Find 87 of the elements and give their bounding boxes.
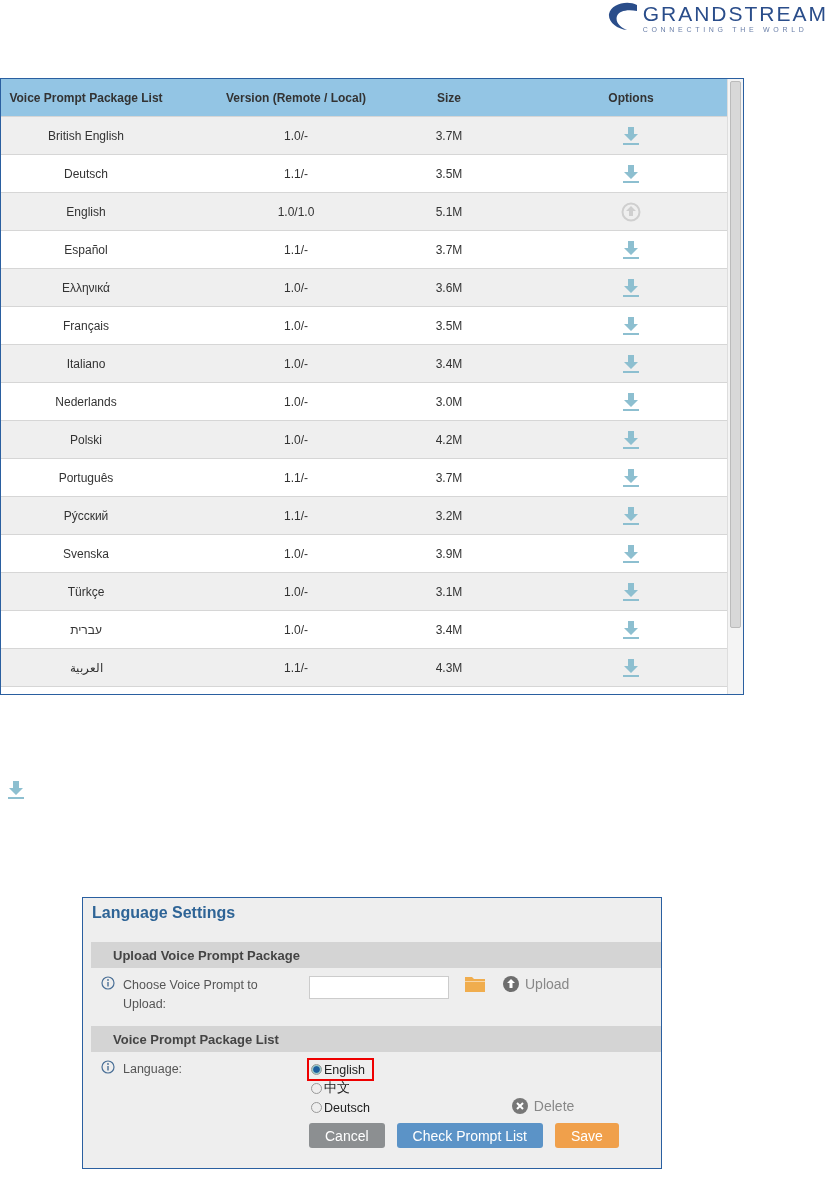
- table-cell-text: עברית: [69, 622, 103, 637]
- download-icon[interactable]: [623, 392, 639, 411]
- language-radio[interactable]: English: [309, 1060, 372, 1079]
- table-cell-text: 1.0/1.0: [276, 204, 316, 219]
- table-cell-text: 3.5M: [434, 318, 464, 333]
- table-cell-text: 3.4M: [434, 356, 464, 371]
- table-cell-text: 3.1M: [434, 584, 464, 599]
- table-cell-text: 1.1/-: [283, 660, 309, 675]
- action-button[interactable]: Save: [554, 1123, 619, 1148]
- table-cell-text: Español: [63, 242, 109, 257]
- table-cell-text: British English: [47, 128, 125, 143]
- action-button[interactable]: Cancel: [309, 1123, 385, 1148]
- table-cell-text: 3.4M: [434, 622, 464, 637]
- download-icon[interactable]: [623, 164, 639, 183]
- table-cell-text: 1.0/-: [283, 128, 309, 143]
- table-cell-text: Ελληνικά: [60, 280, 112, 295]
- table-cell-text: 1.0/-: [283, 394, 309, 409]
- table-cell-text: 1.0/-: [283, 280, 309, 295]
- logo-name: GRANDSTREAM: [642, 2, 828, 26]
- download-icon[interactable]: [623, 620, 639, 639]
- table-cell-text: Nederlands: [54, 394, 118, 409]
- download-icon[interactable]: [623, 240, 639, 259]
- info-icon: [101, 976, 115, 990]
- table-cell-text: 3.7M: [434, 242, 464, 257]
- table-cell-text: 3.7M: [434, 128, 464, 143]
- table-cell-text: 3.0M: [434, 394, 464, 409]
- download-icon[interactable]: [623, 468, 639, 487]
- scrollbar[interactable]: [727, 79, 743, 694]
- table-cell-text: Deutsch: [63, 166, 109, 181]
- table-cell-text: العربية: [68, 660, 104, 675]
- field-label: Choose Voice Prompt to Upload:: [123, 977, 259, 1013]
- table-cell-text: 1.0/-: [283, 546, 309, 561]
- delete-button[interactable]: Delete: [511, 1098, 575, 1114]
- upload-icon[interactable]: [621, 201, 641, 222]
- upload-button[interactable]: Upload: [503, 976, 570, 992]
- download-icon[interactable]: [623, 658, 639, 677]
- file-field[interactable]: [309, 976, 449, 999]
- download-icon[interactable]: [623, 316, 639, 335]
- table-cell-text: 1.0/-: [283, 432, 309, 447]
- table-cell-text: English: [65, 204, 107, 219]
- action-button[interactable]: Check Prompt List: [396, 1123, 543, 1148]
- table-cell-text: 1.1/-: [283, 508, 309, 523]
- download-icon[interactable]: [623, 430, 639, 449]
- table-cell-text: Italiano: [65, 356, 107, 371]
- table-cell-text: Polski: [69, 432, 103, 447]
- download-icon[interactable]: [8, 781, 24, 799]
- logo-icon: [606, 2, 639, 32]
- download-icon[interactable]: [623, 544, 639, 563]
- table-cell-text: 1.1/-: [283, 166, 309, 181]
- table-cell-text: 5.1M: [434, 204, 464, 219]
- table-cell-text: 1.0/-: [283, 356, 309, 371]
- table-cell-text: Français: [62, 318, 110, 333]
- table-cell-text: Português: [57, 470, 115, 485]
- info-icon: [101, 1060, 115, 1074]
- table-cell-text: 3.2M: [434, 508, 464, 523]
- column-header: Voice Prompt Package List: [8, 90, 164, 105]
- column-header: Size: [436, 90, 462, 105]
- table-cell-text: Рýсский: [62, 508, 110, 523]
- table-cell-text: 1.0/-: [283, 622, 309, 637]
- language-radio[interactable]: Deutsch: [309, 1098, 372, 1117]
- download-icon[interactable]: [623, 126, 639, 145]
- column-header: Options: [607, 90, 655, 105]
- field-label: Language:: [123, 1061, 184, 1078]
- upload-icon: [503, 976, 519, 992]
- table-cell-text: 3.5M: [434, 166, 464, 181]
- column-header: Version (Remote / Local): [224, 90, 367, 105]
- download-icon[interactable]: [623, 354, 639, 373]
- table-cell-text: 1.0/-: [283, 584, 309, 599]
- table-cell-text: 1.0/-: [283, 318, 309, 333]
- download-icon[interactable]: [623, 278, 639, 297]
- folder-icon[interactable]: [465, 976, 485, 992]
- table-cell-text: 3.6M: [434, 280, 464, 295]
- table-cell-text: 3.9M: [434, 546, 464, 561]
- language-radio[interactable]: 中文: [309, 1079, 372, 1098]
- section-heading: Upload Voice Prompt Package: [91, 942, 661, 968]
- close-icon: [511, 1098, 528, 1114]
- download-icon[interactable]: [623, 582, 639, 601]
- section-heading: Voice Prompt Package List: [91, 1026, 661, 1052]
- table-cell-text: 4.3M: [434, 660, 464, 675]
- table-cell-text: 1.1/-: [283, 470, 309, 485]
- panel-title: Language Settings: [91, 903, 237, 923]
- table-cell-text: 3.7M: [434, 470, 464, 485]
- table-cell-text: Türkçe: [66, 584, 106, 599]
- download-icon[interactable]: [623, 506, 639, 525]
- table-cell-text: 1.1/-: [283, 242, 309, 257]
- table-cell-text: Svenska: [62, 546, 110, 561]
- table-cell-text: 4.2M: [434, 432, 464, 447]
